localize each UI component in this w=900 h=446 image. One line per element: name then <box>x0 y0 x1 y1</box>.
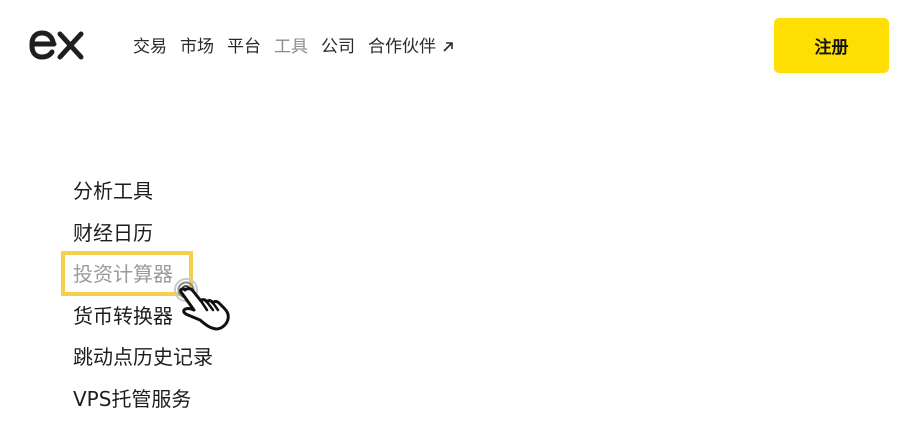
nav-item-markets[interactable]: 市场 <box>180 36 214 58</box>
menu-item-analytical-tools[interactable]: 分析工具 <box>73 176 213 218</box>
nav-item-partners[interactable]: 合作伙伴 <box>368 36 454 58</box>
menu-item-vps-hosting[interactable]: VPS托管服务 <box>73 384 213 426</box>
nav-item-trade[interactable]: 交易 <box>133 36 167 58</box>
menu-item-tick-history[interactable]: 跳动点历史记录 <box>73 342 213 384</box>
logo-icon[interactable] <box>27 28 85 62</box>
nav-item-platforms[interactable]: 平台 <box>227 36 261 58</box>
main-nav: 交易 市场 平台 工具 公司 合作伙伴 <box>133 36 454 58</box>
nav-item-partners-label: 合作伙伴 <box>368 37 436 57</box>
nav-item-company[interactable]: 公司 <box>321 36 355 58</box>
nav-item-tools[interactable]: 工具 <box>274 36 308 58</box>
menu-item-economic-calendar[interactable]: 财经日历 <box>73 218 213 260</box>
page: 交易 市场 平台 工具 公司 合作伙伴 注册 分析工具 财经日历 投资计算器 货… <box>0 0 900 446</box>
hand-pointer-icon <box>174 278 230 331</box>
signup-button[interactable]: 注册 <box>774 18 889 73</box>
external-arrow-icon <box>443 42 453 52</box>
